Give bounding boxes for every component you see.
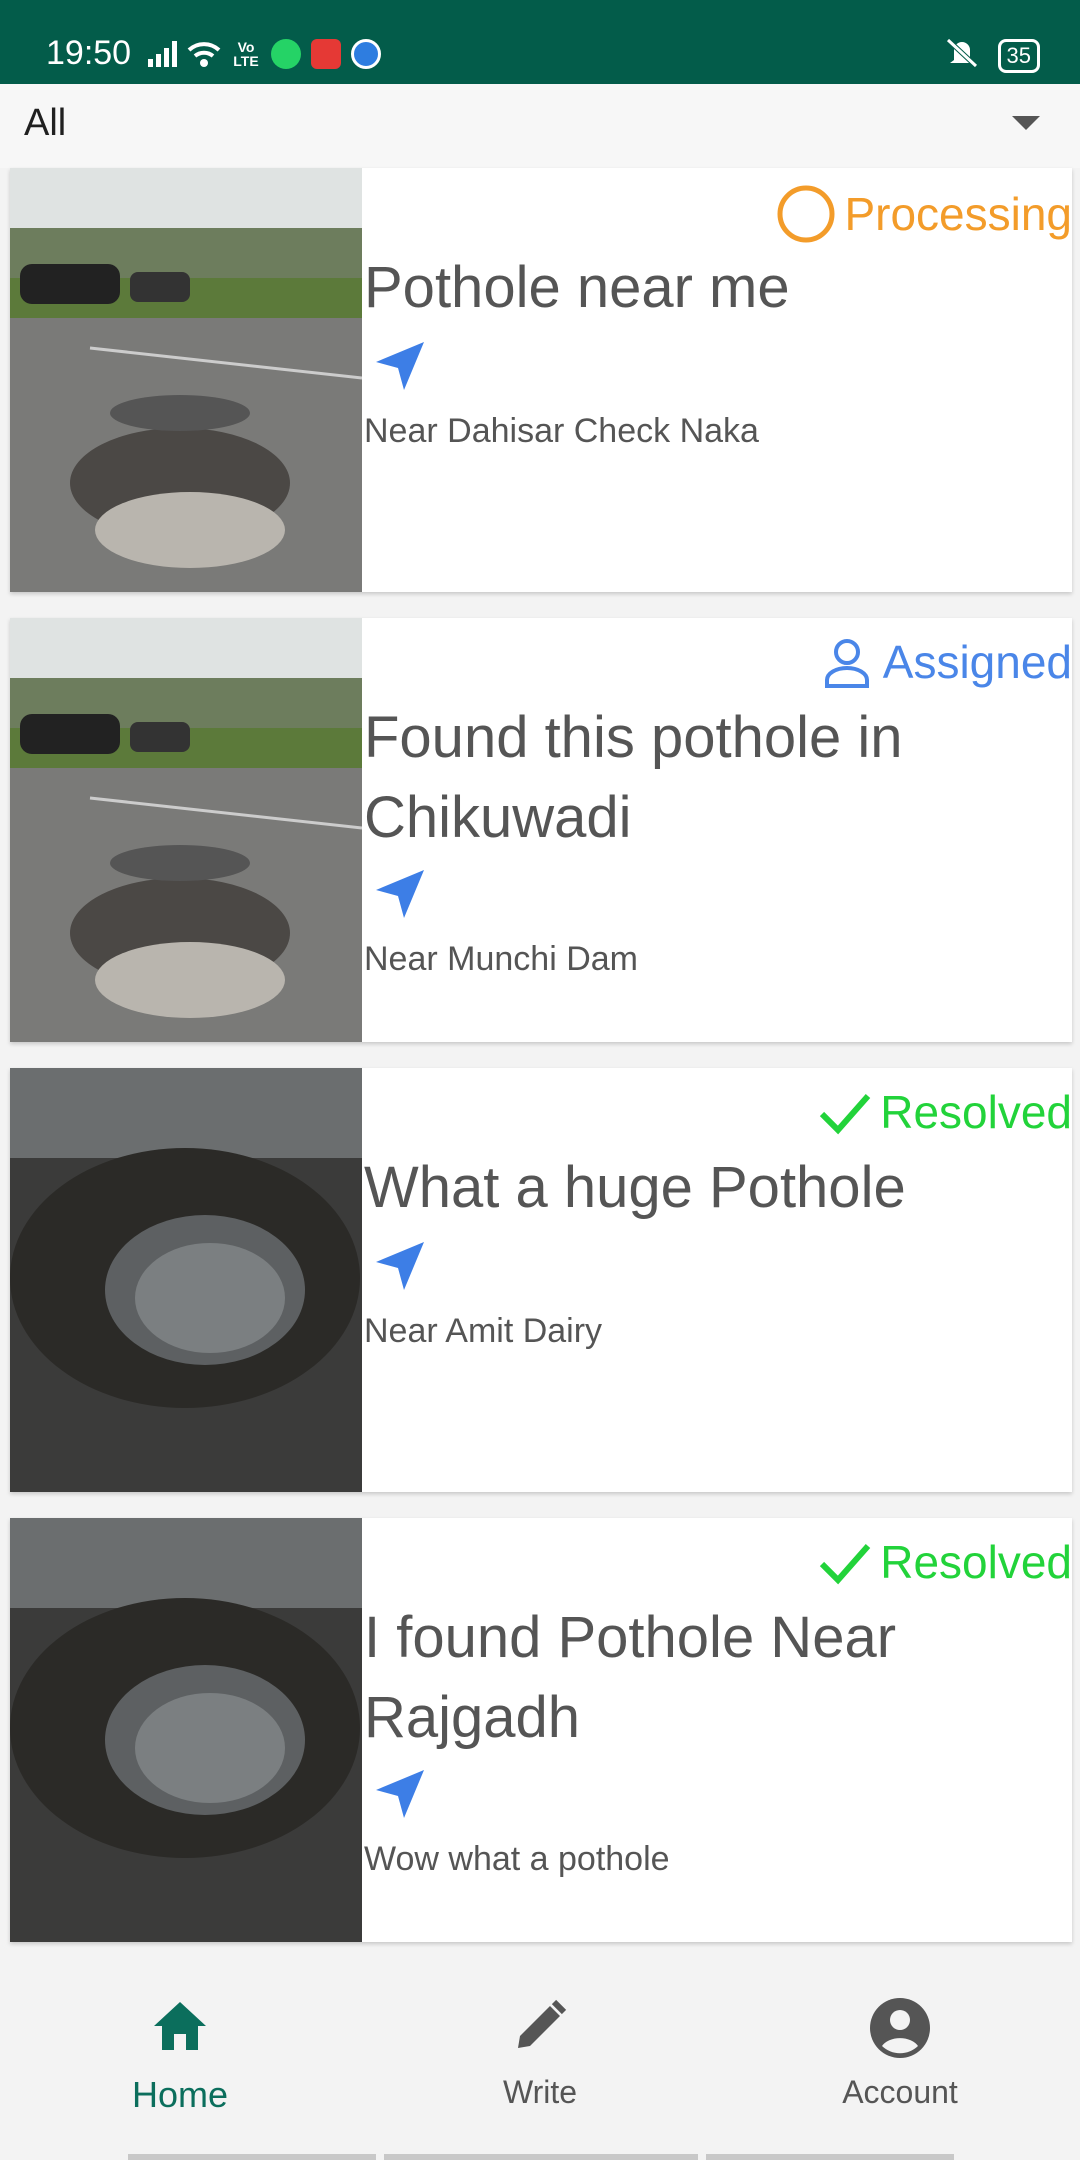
circle-icon xyxy=(777,185,835,243)
nav-item-home[interactable]: Home xyxy=(30,1960,330,2150)
battery-icon: 35 xyxy=(997,38,1040,73)
mute-icon xyxy=(944,36,980,75)
filter-selected-value: All xyxy=(24,102,67,144)
volte-icon: Vo LTE xyxy=(233,39,259,69)
status-label: Processing xyxy=(844,188,1072,240)
status-icons-right: 35 xyxy=(944,36,1040,75)
issue-location: Near Munchi Dam xyxy=(364,940,638,978)
issue-location: Near Amit Dairy xyxy=(364,1312,603,1350)
issue-title: Found this pothole in Chikuwadi xyxy=(364,705,903,850)
nav-divider xyxy=(128,2154,376,2160)
nav-label: Write xyxy=(502,2074,578,2110)
issue-card[interactable]: Resolved What a huge Pothole Near Amit D… xyxy=(10,1068,1072,1492)
home-icon xyxy=(154,2002,206,2050)
status-badge: Resolved xyxy=(816,1534,1072,1590)
check-icon xyxy=(820,1094,871,1135)
status-badge: Processing xyxy=(776,184,1072,244)
issue-card[interactable]: Resolved I found Pothole Near Rajgadh Wo… xyxy=(10,1518,1072,1942)
bottom-navigation: Home Write Account xyxy=(0,1960,1080,2160)
nav-item-account[interactable]: Account xyxy=(750,1960,1050,2150)
issue-title: Pothole near me xyxy=(364,255,790,320)
status-time: 19:50 xyxy=(46,34,132,72)
status-icons-left: Vo LTE xyxy=(148,34,381,74)
wifi-icon xyxy=(187,40,221,68)
navigation-arrow-icon[interactable] xyxy=(370,336,430,396)
issue-location: Near Dahisar Check Naka xyxy=(364,412,759,450)
issue-card[interactable]: Processing Pothole near me Near Dahisar … xyxy=(10,168,1072,592)
status-badge: Resolved xyxy=(816,1084,1072,1140)
person-icon xyxy=(824,639,869,688)
pothole-photo xyxy=(10,618,362,1042)
dropdown-caret-icon xyxy=(1012,116,1040,130)
nav-label: Account xyxy=(842,2074,958,2110)
youtube-icon xyxy=(311,39,341,69)
status-label: Resolved xyxy=(880,1086,1072,1138)
navigation-arrow-icon[interactable] xyxy=(370,1764,430,1824)
issue-card[interactable]: Assigned Found this pothole in Chikuwadi… xyxy=(10,618,1072,1042)
nav-divider xyxy=(384,2154,698,2160)
pothole-photo xyxy=(10,168,362,592)
filter-dropdown[interactable]: All xyxy=(0,84,1080,168)
pencil-icon xyxy=(518,1999,567,2048)
status-label: Resolved xyxy=(880,1536,1072,1588)
status-bar: 19:50 Vo LTE 35 xyxy=(0,0,1080,84)
issue-title: What a huge Pothole xyxy=(364,1155,906,1220)
issue-title: I found Pothole Near Rajgadh xyxy=(364,1605,897,1750)
nav-item-write[interactable]: Write xyxy=(390,1960,690,2150)
pothole-photo xyxy=(10,1068,362,1492)
whatsapp-icon xyxy=(271,39,301,69)
nav-divider xyxy=(706,2154,954,2160)
nav-label: Home xyxy=(131,2074,229,2115)
check-icon xyxy=(820,1544,871,1585)
navigation-arrow-icon[interactable] xyxy=(370,864,430,924)
navigation-arrow-icon[interactable] xyxy=(370,1236,430,1296)
status-badge: Assigned xyxy=(819,634,1072,690)
account-icon xyxy=(870,1998,930,2058)
issue-location: Wow what a pothole xyxy=(364,1840,670,1878)
signal-icon xyxy=(148,41,177,67)
pothole-photo xyxy=(10,1518,362,1942)
vpn-icon xyxy=(351,39,381,69)
status-label: Assigned xyxy=(882,636,1072,688)
